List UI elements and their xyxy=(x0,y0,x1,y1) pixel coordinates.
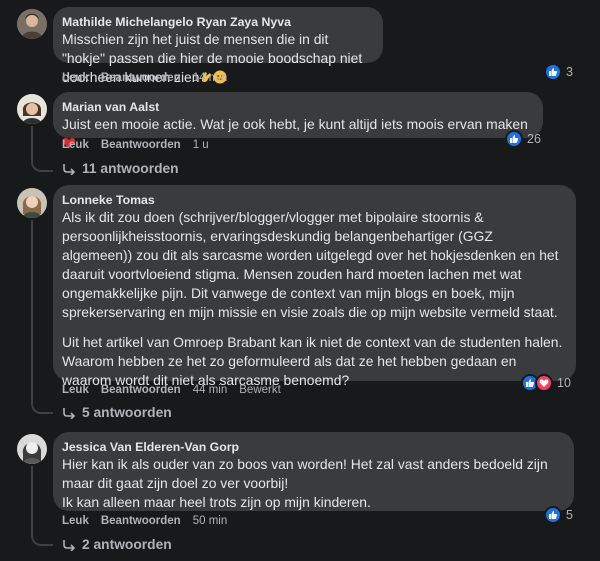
author-name[interactable]: Marian van Aalst xyxy=(62,99,531,115)
like-button[interactable]: Leuk xyxy=(62,72,89,84)
comment-actions: Leuk Beantwoorden 14 min xyxy=(62,72,227,84)
reaction-summary[interactable]: 10 xyxy=(521,374,571,392)
reaction-summary[interactable]: 5 xyxy=(544,506,573,524)
thread-curve xyxy=(31,534,53,546)
reply-arrow-icon xyxy=(63,163,76,175)
comment-bubble: Mathilde Michelangelo Ryan Zaya Nyva Mis… xyxy=(53,7,383,85)
reaction-summary[interactable]: 3 xyxy=(544,63,573,81)
comment-actions: Leuk Beantwoorden 1 u xyxy=(62,139,209,151)
comment-text-paragraph-2: Uit het artikel van Omroep Brabant kan i… xyxy=(62,334,567,388)
reply-arrow-icon xyxy=(63,407,76,419)
timestamp[interactable]: 1 u xyxy=(193,139,209,151)
comment-text-paragraph-1: Als ik dit zou doen (schrijver/blogger/v… xyxy=(62,209,563,320)
reaction-count: 10 xyxy=(557,376,571,390)
avatar[interactable] xyxy=(17,434,47,464)
thread-curve xyxy=(31,402,53,414)
like-icon xyxy=(505,130,523,148)
timestamp[interactable]: 14 min xyxy=(193,72,228,84)
like-button[interactable]: Leuk xyxy=(62,384,89,396)
reaction-count: 26 xyxy=(527,132,541,146)
comment-text: Hier kan ik als ouder van zo boos van wo… xyxy=(62,456,548,510)
replies-count: 11 antwoorden xyxy=(82,161,179,176)
like-icon xyxy=(544,63,562,81)
author-name[interactable]: Mathilde Michelangelo Ryan Zaya Nyva xyxy=(62,14,371,30)
author-name[interactable]: Lonneke Tomas xyxy=(62,192,564,208)
avatar[interactable] xyxy=(17,94,47,124)
reply-button[interactable]: Beantwoorden xyxy=(101,139,181,151)
reaction-count: 5 xyxy=(566,508,573,522)
replies-count: 5 antwoorden xyxy=(82,405,172,420)
comment-actions: Leuk Beantwoorden 44 min Bewerkt xyxy=(62,384,281,396)
view-replies-link[interactable]: 11 antwoorden xyxy=(62,161,179,176)
like-button[interactable]: Leuk xyxy=(62,515,89,527)
edited-label: Bewerkt xyxy=(239,384,281,396)
reply-button[interactable]: Beantwoorden xyxy=(101,384,181,396)
comment-bubble: Marian van Aalst Juist een mooie actie. … xyxy=(53,92,543,149)
thread-curve xyxy=(31,160,53,172)
view-replies-link[interactable]: 5 antwoorden xyxy=(62,405,172,420)
avatar[interactable] xyxy=(17,188,47,218)
reply-arrow-icon xyxy=(63,539,76,551)
timestamp[interactable]: 44 min xyxy=(193,384,228,396)
view-replies-link[interactable]: 2 antwoorden xyxy=(62,537,172,552)
thread-line xyxy=(31,220,33,404)
comment-actions: Leuk Beantwoorden 50 min xyxy=(62,515,227,527)
reaction-summary[interactable]: 26 xyxy=(505,130,541,148)
thread-line xyxy=(31,466,33,536)
timestamp[interactable]: 50 min xyxy=(193,515,228,527)
comment-bubble: Jessica Van Elderen-Van Gorp Hier kan ik… xyxy=(53,432,574,511)
reply-button[interactable]: Beantwoorden xyxy=(101,515,181,527)
thread-line xyxy=(31,126,33,162)
replies-count: 2 antwoorden xyxy=(82,537,172,552)
comment-bubble: Lonneke Tomas Als ik dit zou doen (schri… xyxy=(53,185,576,388)
avatar[interactable] xyxy=(17,9,47,39)
like-icon xyxy=(544,506,562,524)
like-button[interactable]: Leuk xyxy=(62,139,89,151)
reply-button[interactable]: Beantwoorden xyxy=(101,72,181,84)
reaction-count: 3 xyxy=(566,65,573,79)
author-name[interactable]: Jessica Van Elderen-Van Gorp xyxy=(62,439,562,455)
heart-icon xyxy=(535,374,553,392)
